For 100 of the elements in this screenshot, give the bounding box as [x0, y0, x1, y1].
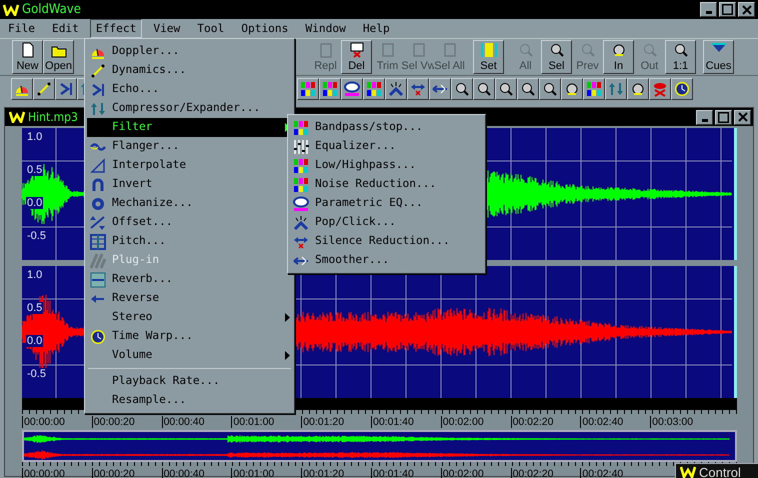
- toolbar-icon-button[interactable]: [363, 78, 385, 100]
- toolbar-button[interactable]: Sel: [541, 40, 572, 74]
- time-label: 00:00:00: [22, 416, 92, 428]
- color-bars-icon: [293, 176, 309, 192]
- toolbar-button[interactable]: Open: [43, 40, 74, 74]
- menu-item-label: Reverse: [112, 290, 160, 306]
- toolbar-icon-button[interactable]: [561, 78, 583, 100]
- window-title: Control: [699, 466, 741, 478]
- toolbar-icon-button[interactable]: [341, 78, 363, 100]
- menu-item[interactable]: Reverb...: [87, 270, 292, 289]
- splash-icon: [293, 214, 309, 230]
- toolbar-button[interactable]: Del: [341, 40, 372, 74]
- close-button[interactable]: [738, 2, 755, 17]
- toolbar-icon-button[interactable]: [605, 78, 627, 100]
- menu-item[interactable]: Echo...: [87, 80, 292, 99]
- toolbar-icon-button[interactable]: [473, 78, 495, 100]
- toolbar-icon-button[interactable]: [55, 78, 77, 100]
- stripes-icon: [90, 252, 106, 268]
- menu-item[interactable]: Time Warp...: [87, 327, 292, 346]
- menu-item[interactable]: Low/Highpass...: [290, 156, 483, 175]
- toolbar-button[interactable]: In: [603, 40, 634, 74]
- menu-item[interactable]: Smoother...: [290, 251, 483, 270]
- maximize-icon: [718, 112, 729, 122]
- toolbar-button[interactable]: Set: [473, 40, 504, 74]
- toolbar-icon-button[interactable]: [583, 78, 605, 100]
- toolbar-icon-button[interactable]: [33, 78, 55, 100]
- toolbar-icon-button[interactable]: [627, 78, 649, 100]
- minimize-button[interactable]: [700, 2, 717, 17]
- menu-item[interactable]: Doppler...: [87, 42, 292, 61]
- menu-item-label: Dynamics...: [112, 62, 188, 78]
- time-label: 00:01:00: [231, 468, 302, 478]
- page-icon: [410, 42, 426, 58]
- menu-item[interactable]: Tool: [191, 19, 230, 38]
- sliders-icon: [293, 138, 309, 154]
- menu-item-label: Silence Reduction...: [315, 233, 451, 250]
- time-label: 00:03:00: [650, 416, 720, 428]
- menu-item[interactable]: Help: [356, 19, 396, 38]
- time-label: 00:01:00: [231, 416, 302, 428]
- menu-item[interactable]: Dynamics...: [87, 61, 292, 80]
- menu-item-label: Resample...: [112, 392, 188, 408]
- axis-label: -0.5: [26, 230, 47, 242]
- window-title: GoldWave: [22, 3, 81, 16]
- menu-item[interactable]: Reverse: [87, 289, 292, 308]
- menu-item[interactable]: Edit: [46, 19, 85, 38]
- menu-item[interactable]: Equalizer...: [290, 137, 483, 156]
- toolbar-button[interactable]: 1:1: [665, 40, 696, 74]
- toolbar-icon-button[interactable]: [385, 78, 407, 100]
- toolbar-icon-button[interactable]: [671, 78, 693, 100]
- delete-page-icon: [348, 42, 364, 58]
- clock-icon: [90, 328, 106, 344]
- time-label: 00:01:40: [370, 416, 441, 428]
- menu-item[interactable]: File: [2, 19, 41, 38]
- maximize-button[interactable]: [715, 110, 732, 124]
- toolbar-button[interactable]: New: [12, 40, 43, 74]
- mouth-icon: [652, 80, 668, 96]
- menu-item[interactable]: Bandpass/stop...: [290, 118, 483, 137]
- menu-item[interactable]: Resample...: [87, 391, 292, 410]
- color-bars-icon: [300, 80, 316, 96]
- menu-item[interactable]: Silence Reduction...: [290, 232, 483, 251]
- close-icon: [738, 112, 748, 122]
- time-label: 00:00:00: [22, 468, 92, 478]
- menu-item[interactable]: Playback Rate...: [87, 372, 292, 391]
- color-bars-icon: [322, 80, 338, 96]
- minimize-button[interactable]: [696, 110, 713, 124]
- menu-item[interactable]: Noise Reduction...: [290, 175, 483, 194]
- arch-icon: [90, 176, 106, 192]
- toolbar-icon-button[interactable]: [649, 78, 671, 100]
- maximize-button[interactable]: [719, 2, 736, 17]
- submenu-arrow-icon: [285, 313, 290, 322]
- toolbar-icon-button[interactable]: [451, 78, 473, 100]
- w-logo-icon: [3, 4, 19, 16]
- menu-item[interactable]: View: [147, 19, 186, 38]
- menu-item[interactable]: Volume: [87, 346, 292, 365]
- menu-item-label: Volume: [112, 347, 154, 364]
- toolbar-icon-button[interactable]: [319, 78, 341, 100]
- time-label: 00:02:40: [580, 416, 650, 428]
- menu-item-label: Bandpass/stop...: [315, 119, 424, 136]
- menu-item[interactable]: Stereo: [87, 308, 292, 327]
- toolbar-icon-button[interactable]: [495, 78, 517, 100]
- arrows-icon: [90, 214, 106, 230]
- menu-item[interactable]: Window: [299, 19, 352, 38]
- color-bars-icon: [366, 80, 382, 96]
- toolbar-icon-button[interactable]: [517, 78, 539, 100]
- toolbar-button[interactable]: Cues: [703, 40, 734, 74]
- menu-item-label: Playback Rate...: [112, 373, 221, 390]
- toolbar-icon-button[interactable]: [539, 78, 561, 100]
- menu-item-label: Equalizer...: [315, 138, 397, 154]
- submenu-arrow-icon: [285, 351, 290, 360]
- menu-item[interactable]: Parametric EQ...: [290, 194, 483, 213]
- page-icon: [20, 42, 36, 58]
- axis-label: -0.5: [26, 368, 47, 380]
- toolbar-icon-button[interactable]: [429, 78, 451, 100]
- toolbar-icon-button[interactable]: [407, 78, 429, 100]
- toolbar-icon-button[interactable]: [297, 78, 319, 100]
- menu-item[interactable]: Effect: [90, 19, 142, 38]
- menu-item[interactable]: Compressor/Expander...: [87, 99, 292, 118]
- toolbar-icon-button[interactable]: [11, 78, 33, 100]
- menu-item[interactable]: Options: [235, 19, 294, 38]
- menu-item[interactable]: Pop/Click...: [290, 213, 483, 232]
- close-button[interactable]: [734, 110, 751, 124]
